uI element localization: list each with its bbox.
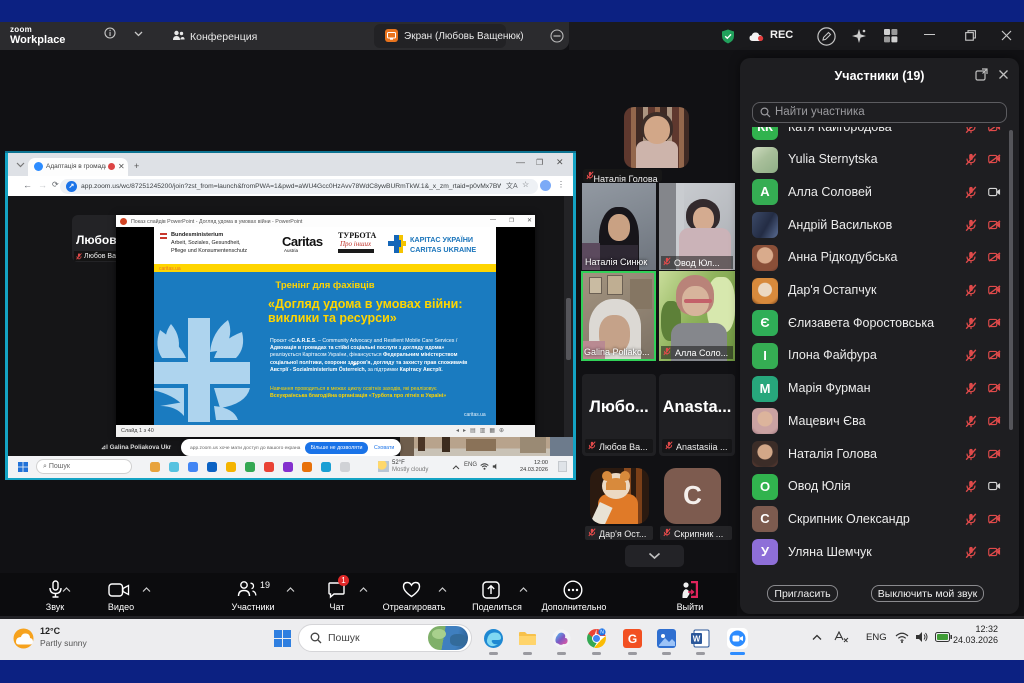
- svg-text:G: G: [628, 632, 637, 646]
- svg-text:N: N: [600, 630, 604, 636]
- svg-text:W: W: [693, 635, 701, 644]
